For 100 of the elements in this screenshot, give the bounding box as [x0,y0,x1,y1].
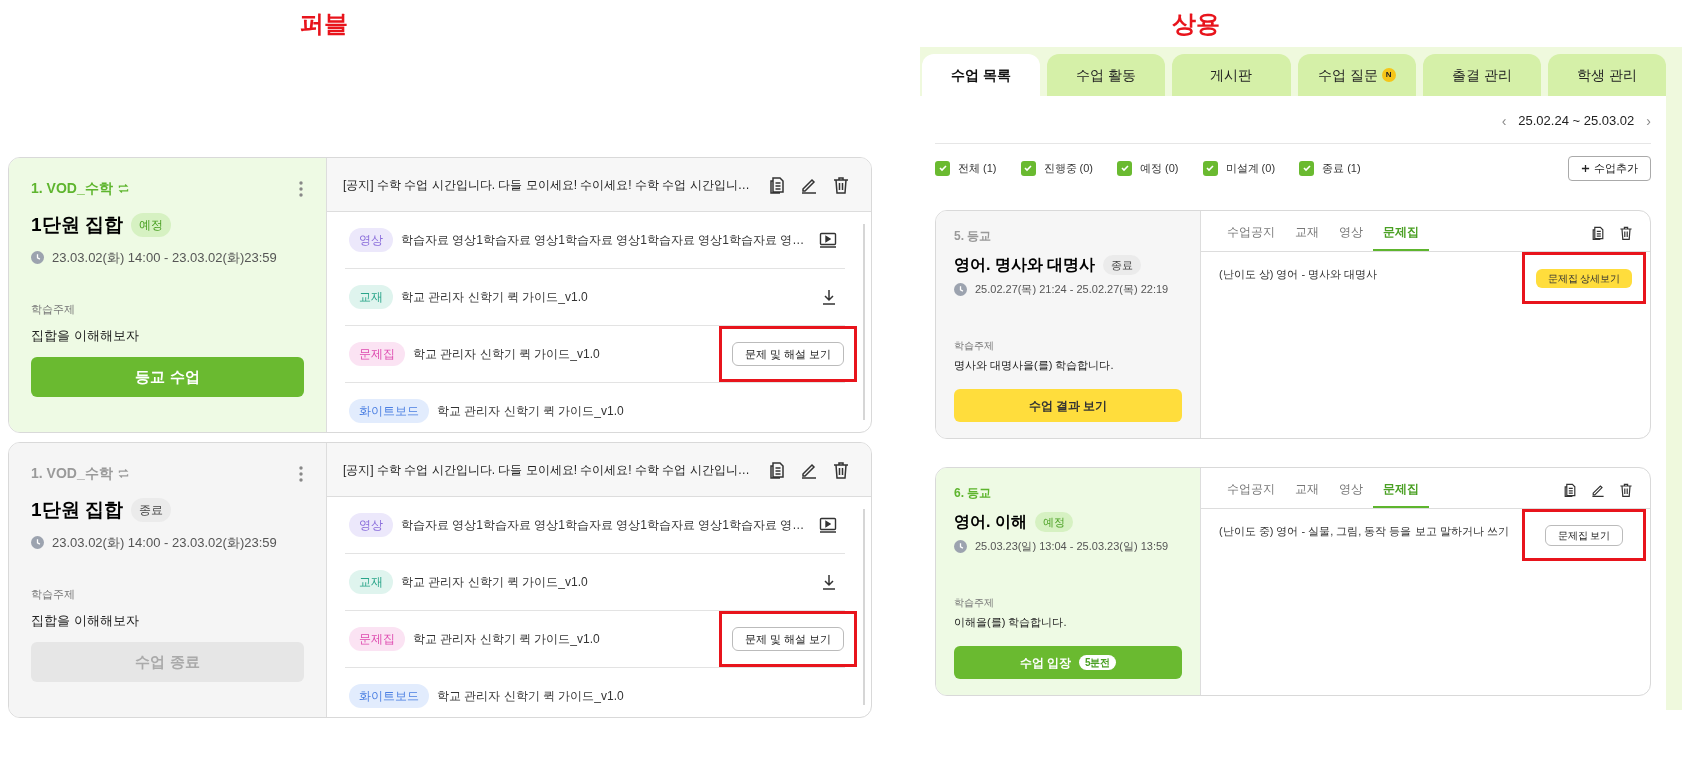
more-icon[interactable] [298,179,304,198]
nav-tab[interactable]: 게시판 [1172,54,1291,96]
material-tag: 영상 [349,228,393,252]
lesson-title: 1단원 집합 [31,213,123,237]
clock-icon [31,250,44,264]
lesson-action-button[interactable]: 수업 입장 5분전 [954,646,1182,679]
notice-text: [공지] 수학 수업 시간입니다. 다들 모이세요! 수이세요! 수학 수업 시간입니… [343,176,750,194]
material-title: 학교 관리자 신학기 퀵 가이드_v1.0 [413,631,601,648]
check-icon [1119,163,1130,173]
status-badge: 예정 [130,213,171,238]
lesson-action-button[interactable]: 수업 결과 보기 [954,389,1182,422]
check-icon [1205,163,1216,173]
topic-text: 집합을 이해해보자 [31,611,140,630]
topic-text: 이해을(를) 학습합니다. [954,614,1068,630]
content-tab[interactable]: 수업공지 [1217,480,1285,508]
document-icon[interactable] [1562,482,1578,498]
filter-label: 미설계 (0) [1225,160,1276,176]
topic-label: 학습주제 [31,587,76,602]
filter-checkbox[interactable] [1299,160,1315,176]
course-label: 1. VOD_수학 [31,179,113,198]
status-badge: 종료 [130,498,171,523]
filter-checkbox[interactable] [1020,160,1036,176]
section-heading: 상용 [1172,8,1220,39]
lesson-time: 23.03.02(화) 14:00 - 23.03.02(화)23:59 [52,248,277,267]
section-heading: 퍼블 [300,9,348,39]
lesson-time: 25.02.27(목) 21:24 - 25.02.27(목) 22:19 [975,282,1169,297]
content-tab[interactable]: 문제집 [1373,480,1429,508]
delete-icon[interactable] [831,459,851,480]
clock-icon [954,282,967,296]
notice-text: [공지] 수학 수업 시간입니다. 다들 모이세요! 수이세요! 수학 수업 시간입니… [343,461,750,479]
download-icon[interactable] [821,289,837,305]
material-title: 학교 관리자 신학기 퀵 가이드_v1.0 [401,289,589,306]
document-icon[interactable] [1590,225,1606,241]
topic-text: 집합을 이해해보자 [31,326,140,345]
material-title: 학교 관리자 신학기 퀵 가이드_v1.0 [401,574,589,591]
repeat-icon [116,182,130,195]
filter-checkbox[interactable] [1202,160,1218,176]
document-icon[interactable] [767,174,787,195]
clock-icon [954,539,967,553]
material-tag: 화이트보드 [349,684,429,708]
nav-tab[interactable]: 수업 질문 N [1297,54,1416,96]
lesson-title: 영어. 이해 [954,512,1027,532]
topic-label: 학습주제 [954,338,995,353]
status-badge: 종료 [1103,254,1142,276]
nav-tab[interactable]: 수업 목록 [922,54,1041,96]
content-tab[interactable]: 교재 [1285,480,1329,508]
workbook-button[interactable]: 문제집 상세보기 [1535,268,1633,288]
nav-tab[interactable]: 수업 활동 [1047,54,1166,96]
material-tag: 영상 [349,513,393,537]
topic-label: 학습주제 [954,595,995,610]
content-tab[interactable]: 영상 [1329,480,1373,508]
workbook-button[interactable]: 문제집 보기 [1544,524,1624,546]
previous-week-button[interactable]: ‹ [1501,110,1507,132]
material-tag: 교재 [349,570,393,594]
repeat-icon [116,467,130,480]
date-range: 25.02.24 ~ 25.03.02 [1518,112,1635,131]
topic-text: 명사와 대명사을(를) 학습합니다. [954,357,1115,373]
delete-icon[interactable] [831,174,851,195]
workbook-title: (난이도 상) 영어 - 명사와 대명사 [1219,267,1378,282]
material-tag: 화이트보드 [349,399,429,423]
nav-tab[interactable]: 학생 관리 [1547,54,1667,96]
view-solutions-button[interactable]: 문제 및 해설 보기 [731,341,845,367]
next-week-button[interactable]: › [1646,110,1651,132]
nav-tab[interactable]: 출결 관리 [1422,54,1541,96]
check-icon [1301,163,1312,173]
filter-label: 예정 (0) [1140,160,1179,176]
view-solutions-button[interactable]: 문제 및 해설 보기 [731,626,845,652]
document-icon[interactable] [767,459,787,480]
content-tab[interactable]: 수업공지 [1217,223,1285,251]
lesson-title: 영어. 명사와 대명사 [954,255,1096,275]
filter-label: 전체 (1) [958,160,997,176]
lesson-time: 25.03.23(일) 13:04 - 25.03.23(일) 13:59 [975,539,1169,554]
video-icon[interactable] [819,517,837,533]
course-label: 6. 등교 [954,485,993,502]
course-label: 1. VOD_수학 [31,464,113,483]
delete-icon[interactable] [1618,225,1634,241]
status-badge: 예정 [1034,511,1073,533]
material-title: 학교 관리자 신학기 퀵 가이드_v1.0 [437,688,625,705]
material-title: 학습자료 영상1학습자료 영상1학습자료 영상1학습자료 영상1학습자료 영… [401,232,806,249]
lesson-time: 23.03.02(화) 14:00 - 23.03.02(화)23:59 [52,533,277,552]
plus-icon [1581,163,1590,173]
more-icon[interactable] [298,464,304,483]
material-tag: 문제집 [349,627,405,651]
topic-label: 학습주제 [31,302,76,317]
video-icon[interactable] [819,232,837,248]
filter-label: 종료 (1) [1322,160,1361,176]
course-label: 5. 등교 [954,228,993,245]
delete-icon[interactable] [1618,482,1634,498]
time-badge: 5분전 [1078,655,1117,670]
material-title: 학교 관리자 신학기 퀵 가이드_v1.0 [437,403,625,420]
content-tab[interactable]: 문제집 [1373,223,1429,251]
content-tab[interactable]: 교재 [1285,223,1329,251]
filter-checkbox[interactable] [935,160,950,176]
lesson-title: 1단원 집합 [31,498,123,522]
edit-icon[interactable] [1590,482,1606,498]
download-icon[interactable] [821,574,837,590]
filter-checkbox[interactable] [1117,160,1133,176]
workbook-title: (난이도 중) 영어 - 실물, 그림, 동작 등을 보고 말하거나 쓰기 [1219,524,1509,539]
content-tab[interactable]: 영상 [1329,223,1373,251]
add-lesson-button[interactable]: 수업추가 [1568,155,1651,181]
